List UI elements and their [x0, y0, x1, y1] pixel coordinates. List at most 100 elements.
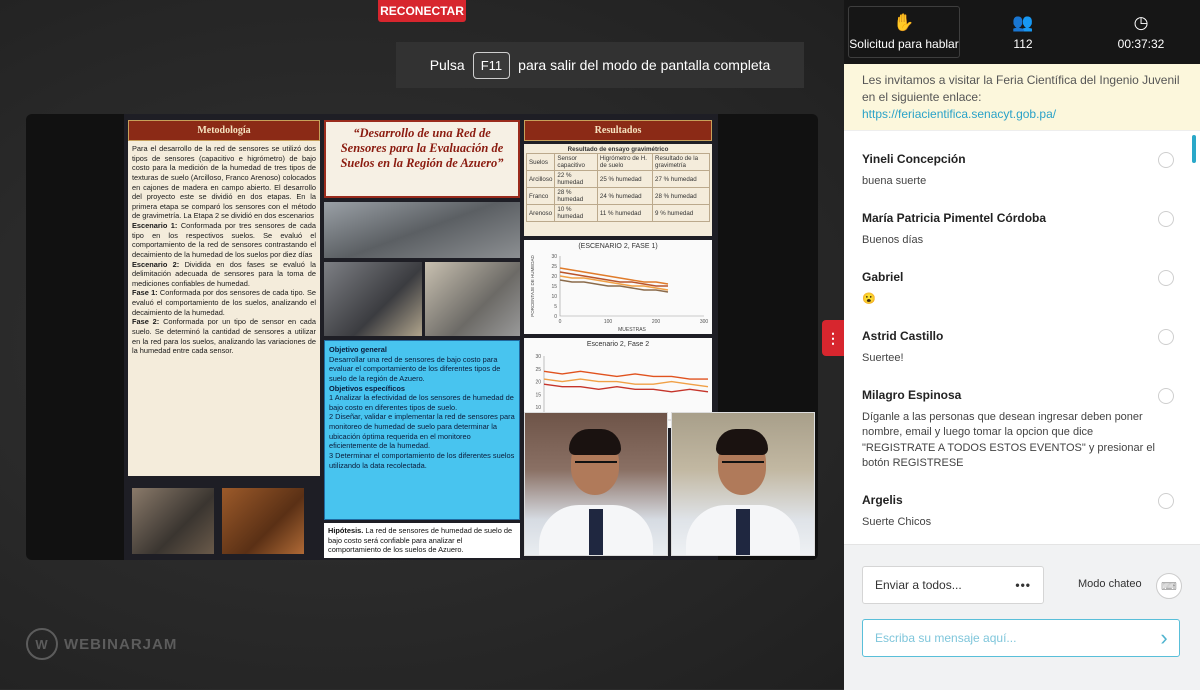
table-cell: Arcilloso	[525, 170, 556, 188]
x-tick-label: 300	[700, 319, 709, 325]
panel-toggle-handle[interactable]: ⋮	[822, 320, 844, 356]
setup-photos	[324, 262, 520, 336]
objective-text: Desarrollar una red de sensores de bajo …	[329, 354, 501, 383]
poster-title: “Desarrollo de una Red de Sensores para …	[324, 120, 520, 198]
table-header-row: Suelos Sensor capacitivo Higrómetro de H…	[525, 153, 710, 171]
chat-message: Gabriel 😮	[844, 270, 1200, 307]
methodology-heading: Metodología	[128, 120, 320, 141]
table-header: Resultado de la gravimetría	[652, 153, 710, 171]
specific-item: 2 Diseñar, validar e implementar la red …	[329, 412, 515, 451]
notice-link[interactable]: https://feriacientifica.senacyt.gob.pa/	[862, 107, 1056, 121]
y-tick-label: 0	[554, 314, 557, 320]
specific-heading: Objetivos específicos	[329, 383, 405, 393]
send-to-dropdown[interactable]: Enviar a todos... •••	[862, 566, 1044, 604]
series-line	[543, 378, 709, 388]
raise-hand-button[interactable]: ✋ Solicitud para hablar	[848, 6, 960, 58]
people-icon: 👥	[1012, 12, 1034, 32]
series-line	[543, 370, 708, 380]
x-tick-label: 200	[652, 319, 661, 325]
table-cell: Franco	[525, 187, 556, 205]
results-heading: Resultados	[524, 120, 712, 141]
methodology-intro: Para el desarrollo de la red de sensores…	[132, 144, 316, 221]
message-author: María Patricia Pimentel Córdoba	[862, 211, 1047, 225]
presentation-stage: RECONECTAR Pulsa F11 para salir del modo…	[0, 0, 844, 689]
notice-text: Les invitamos a visitar la Feria Científ…	[862, 73, 1180, 104]
attendees-button[interactable]: 👥 112	[968, 7, 1078, 57]
objectives-box: Objetivo general Desarrollar una red de …	[324, 340, 520, 520]
message-select-radio[interactable]	[1158, 211, 1174, 227]
scenario1-label: Escenario 1:	[132, 221, 178, 230]
send-chevron-icon[interactable]: ›	[1152, 625, 1176, 651]
presenter-hair	[569, 429, 621, 455]
attendee-count: 112	[1013, 36, 1033, 51]
message-author: Argelis	[862, 493, 903, 507]
message-select-radio[interactable]	[1158, 152, 1174, 168]
chat-panel: ✋ Solicitud para hablar 👥 112 ◷ 00:37:32…	[844, 0, 1200, 690]
webinarjam-logo-icon: W	[26, 628, 58, 660]
message-author: Milagro Espinosa	[862, 388, 962, 402]
y-tick-label: 20	[551, 274, 557, 280]
raise-hand-label: Solicitud para hablar	[849, 36, 959, 51]
shared-screen: Metodología Para el desarrollo de la red…	[26, 114, 818, 560]
message-select-radio[interactable]	[1158, 493, 1174, 509]
table-cell: 25 % humedad	[596, 170, 654, 188]
hypothesis-box: Hipótesis. La red de sensores de humedad…	[324, 523, 520, 558]
fullscreen-hint-before: Pulsa	[429, 57, 465, 73]
scenario2-label: Escenario 2:	[132, 259, 180, 269]
series-line	[559, 275, 669, 291]
chat-message-list[interactable]: Yineli Concepción buena suerte María Pat…	[844, 130, 1200, 545]
fullscreen-hint: Pulsa F11 para salir del modo de pantall…	[396, 42, 804, 88]
phase2-text: Conformada por un tipo de sensor en cada…	[132, 317, 316, 356]
webcam-presenter-1	[524, 412, 668, 556]
presenter-glasses	[722, 461, 764, 473]
table-cell: 28 % humedad	[554, 187, 598, 205]
message-select-radio[interactable]	[1158, 388, 1174, 404]
message-text: Suertee!	[862, 352, 904, 364]
message-input[interactable]	[862, 619, 1180, 657]
table-header: Sensor capacitivo	[554, 153, 598, 171]
more-dots-icon: •••	[1015, 578, 1031, 592]
poster-results: Resultados Resultado de ensayo gravimétr…	[524, 120, 712, 428]
chart1-ylabel: PORCENTAJE DE HUMEDAD	[530, 255, 535, 317]
table-row: Arenoso 10 % humedad 11 % humedad 9 % hu…	[525, 204, 710, 222]
field-photo-soil	[222, 488, 304, 554]
message-text: Díganle a las personas que desean ingres…	[862, 411, 1155, 470]
y-tick-label: 10	[535, 405, 541, 411]
chat-message: Argelis Suerte Chicos	[844, 493, 1200, 530]
phase1-label: Fase 1:	[132, 288, 158, 298]
field-photos	[132, 488, 304, 554]
y-tick-label: 25	[535, 367, 541, 373]
presenter-tie	[589, 509, 603, 555]
chat-compose-area: Enviar a todos... ••• Modo chateo ⌨ ›	[844, 544, 1200, 690]
table-cell: 10 % humedad	[554, 204, 598, 222]
x-tick-label: 100	[604, 319, 613, 325]
x-tick-label: 0	[559, 319, 562, 325]
message-text: 😮	[862, 293, 876, 305]
y-tick-label: 10	[551, 294, 557, 300]
timer-display: ◷ 00:37:32	[1086, 7, 1196, 57]
message-select-radio[interactable]	[1158, 329, 1174, 345]
chat-message: Yineli Concepción buena suerte	[844, 152, 1200, 189]
panel-toolbar: ✋ Solicitud para hablar 👥 112 ◷ 00:37:32	[844, 0, 1200, 64]
table-header: Higrómetro de H. de suelo	[596, 153, 654, 171]
chat-message: Astrid Castillo Suertee!	[844, 329, 1200, 366]
table-row: Arcilloso 22 % humedad 25 % humedad 27 %…	[525, 170, 710, 188]
f11-key: F11	[472, 51, 511, 79]
y-tick-label: 30	[535, 354, 541, 360]
keyboard-icon[interactable]: ⌨	[1156, 573, 1182, 599]
chat-message: Milagro Espinosa Díganle a las personas …	[844, 388, 1200, 472]
table-cell: 27 % humedad	[652, 170, 710, 188]
laptop-photo	[324, 262, 422, 336]
reconnect-button[interactable]: RECONECTAR	[378, 0, 466, 22]
message-select-radio[interactable]	[1158, 270, 1174, 286]
presenter-glasses	[575, 461, 617, 473]
series-line	[559, 271, 668, 287]
methodology-text: Para el desarrollo de la red de sensores…	[128, 141, 320, 359]
y-tick-label: 20	[535, 380, 541, 386]
table-cell: 9 % humedad	[652, 204, 710, 222]
results-table: Suelos Sensor capacitivo Higrómetro de H…	[525, 153, 710, 222]
objective-heading: Objetivo general	[329, 345, 387, 354]
table-cell: 24 % humedad	[596, 187, 654, 205]
poster-center: “Desarrollo de una Red de Sensores para …	[324, 120, 520, 558]
raise-hand-icon: ✋	[893, 12, 915, 32]
